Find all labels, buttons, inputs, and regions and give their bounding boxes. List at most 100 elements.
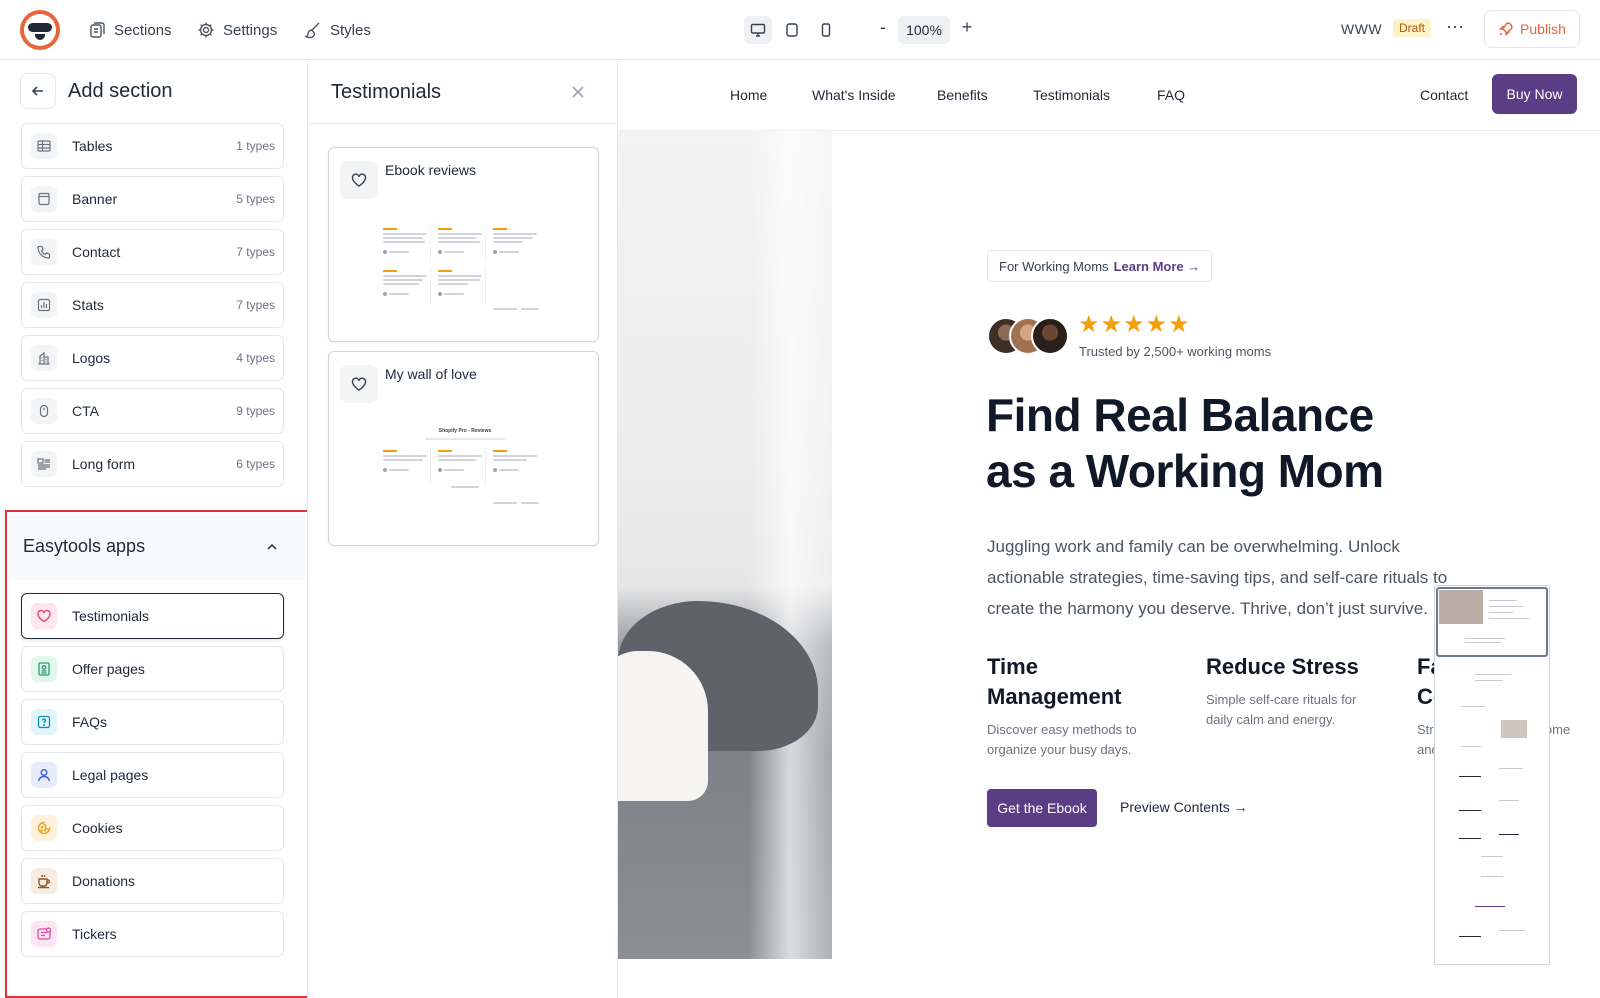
template-preview-thumbnail: Shopify Pro - Reviews [381, 424, 549, 514]
feature-title: Reduce Stress [1206, 654, 1359, 679]
desktop-view-button[interactable] [744, 16, 772, 44]
section-item-logos[interactable]: Logos 4 types [21, 335, 284, 381]
section-item-banner[interactable]: Banner 5 types [21, 176, 284, 222]
hero-headline: Find Real Balance as a Working Mom [986, 387, 1586, 499]
template-preview-thumbnail [381, 226, 549, 316]
chevron-up-icon[interactable] [265, 540, 279, 554]
publish-label: Publish [1520, 21, 1566, 37]
styles-tab[interactable]: Styles [304, 18, 371, 42]
stats-icon [37, 298, 51, 312]
section-count: 9 types [236, 404, 275, 418]
app-item-testimonials[interactable]: Testimonials [21, 593, 284, 639]
mobile-view-button[interactable] [812, 16, 840, 44]
brush-icon [304, 22, 320, 39]
section-item-tables[interactable]: Tables 1 types [21, 123, 284, 169]
back-button[interactable] [20, 73, 56, 109]
mobile-icon [821, 23, 831, 37]
building-icon [38, 351, 50, 365]
user-icon [37, 769, 51, 782]
offer-icon [38, 662, 50, 676]
section-count: 5 types [236, 192, 275, 206]
app-item-tickers[interactable]: Tickers [21, 911, 284, 957]
heart-icon [37, 609, 51, 623]
minimap-viewport[interactable] [1436, 587, 1548, 657]
sections-label: Sections [114, 21, 172, 39]
avatar-group [987, 317, 1073, 357]
pill-text: For Working Moms [999, 258, 1109, 274]
more-options-button[interactable]: ··· [1446, 16, 1464, 37]
heart-icon [351, 377, 367, 391]
top-toolbar: Sections Settings Styles - 100% + WWW Dr… [0, 0, 1600, 60]
app-item-legal-pages[interactable]: Legal pages [21, 752, 284, 798]
gear-icon [198, 22, 214, 38]
section-count: 7 types [236, 245, 275, 259]
close-icon[interactable] [569, 83, 587, 101]
section-count: 7 types [236, 298, 275, 312]
tablet-view-button[interactable] [778, 16, 806, 44]
settings-tab[interactable]: Settings [197, 18, 277, 42]
site-nav-contact[interactable]: Contact [1420, 87, 1468, 103]
section-label: Contact [72, 244, 121, 260]
template-title: My wall of love [385, 366, 477, 382]
template-title: Ebook reviews [385, 162, 477, 178]
template-card-ebook-reviews[interactable]: Ebook reviews [328, 147, 599, 342]
settings-label: Settings [223, 21, 278, 39]
ticker-icon [37, 927, 52, 940]
pointer-icon [39, 404, 49, 418]
trusted-text: Trusted by 2,500+ working moms [1079, 344, 1272, 359]
question-icon [37, 715, 51, 729]
app-item-faqs[interactable]: FAQs [21, 699, 284, 745]
buy-now-button[interactable]: Buy Now [1492, 74, 1577, 114]
hero-image [618, 131, 832, 959]
apps-title: Easytools apps [23, 536, 146, 556]
app-item-cookies[interactable]: Cookies [21, 805, 284, 851]
section-item-cta[interactable]: CTA 9 types [21, 388, 284, 434]
banner-icon [38, 192, 50, 206]
app-item-offer-pages[interactable]: Offer pages [21, 646, 284, 692]
rocket-icon [1499, 22, 1513, 36]
feature-time-management: Time Management Discover easy methods to… [987, 652, 1157, 760]
learn-more-link[interactable]: Learn More → [1114, 259, 1201, 274]
site-nav-home[interactable]: Home [730, 87, 767, 103]
sections-tab[interactable]: Sections [88, 18, 172, 42]
page-minimap[interactable] [1434, 585, 1550, 965]
section-item-long-form[interactable]: Long form 6 types [21, 441, 284, 487]
section-label: Banner [72, 191, 118, 207]
site-nav-benefits[interactable]: Benefits [937, 87, 988, 103]
section-item-stats[interactable]: Stats 7 types [21, 282, 284, 328]
feature-desc: Simple self-care rituals for daily calm … [1206, 692, 1357, 727]
zoom-level[interactable]: 100% [898, 16, 950, 44]
section-count: 6 types [236, 457, 275, 471]
app-label: Offer pages [72, 661, 145, 677]
zoom-out-button[interactable]: - [872, 17, 894, 38]
get-ebook-button[interactable]: Get the Ebook [987, 789, 1097, 827]
site-nav-testimonials[interactable]: Testimonials [1033, 87, 1110, 103]
sections-icon [90, 22, 105, 38]
site-nav-faq[interactable]: FAQ [1157, 87, 1185, 103]
section-item-contact[interactable]: Contact 7 types [21, 229, 284, 275]
preview-contents-link[interactable]: Preview Contents → [1120, 799, 1248, 815]
app-label: Testimonials [72, 608, 150, 624]
easytools-apps-header[interactable]: Easytools apps [9, 514, 305, 580]
publish-button[interactable]: Publish [1484, 10, 1580, 48]
rating-stars: ★★★★★ [1078, 311, 1191, 338]
heart-icon [351, 173, 367, 187]
audience-pill: For Working Moms Learn More → [987, 250, 1213, 282]
preview-heading: Shopify Pro - Reviews [438, 428, 492, 434]
app-item-donations[interactable]: Donations [21, 858, 284, 904]
page-preview: Home What's Inside Benefits Testimonials… [618, 61, 1600, 998]
headline-line-2: as a Working Mom [986, 445, 1384, 497]
app-label: Donations [72, 873, 136, 889]
add-section-sidebar: Add section Tables 1 types Banner 5 type… [0, 61, 308, 998]
cookie-icon [37, 821, 51, 835]
domain-label[interactable]: WWW [1341, 21, 1382, 37]
site-navbar: Home What's Inside Benefits Testimonials… [618, 61, 1600, 131]
site-nav-whats-inside[interactable]: What's Inside [812, 87, 896, 103]
status-badge: Draft [1393, 19, 1432, 37]
phone-icon [37, 245, 51, 259]
template-card-wall-of-love[interactable]: My wall of love Shopify Pro - Reviews [328, 351, 599, 546]
zoom-in-button[interactable]: + [956, 17, 978, 38]
feature-desc: Discover easy methods to organize your b… [987, 722, 1137, 757]
section-label: Tables [72, 138, 113, 154]
app-logo[interactable] [20, 10, 60, 50]
